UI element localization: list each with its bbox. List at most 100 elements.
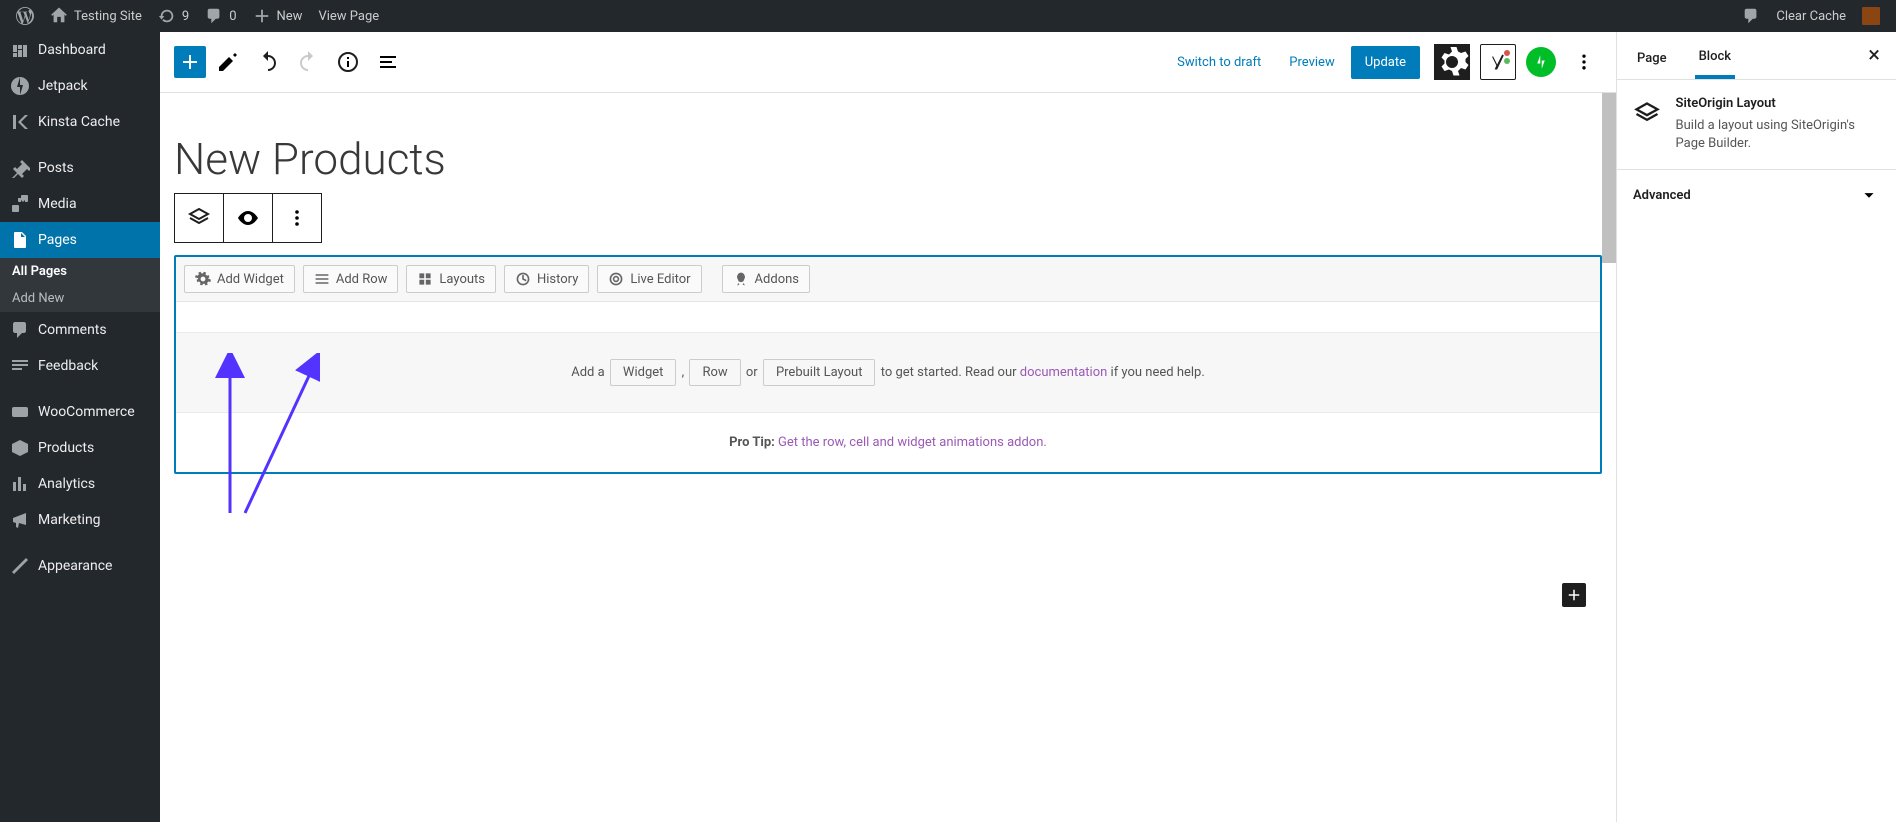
sidebar-item-comments[interactable]: Comments	[0, 312, 160, 348]
analytics-icon	[10, 474, 30, 494]
sidebar-item-marketing[interactable]: Marketing	[0, 502, 160, 538]
append-block-button[interactable]	[1562, 583, 1586, 607]
sidebar-item-woocommerce[interactable]: WooCommerce	[0, 394, 160, 430]
comments-icon	[205, 7, 223, 25]
comments-count: 0	[229, 9, 236, 24]
jetpack-button[interactable]	[1526, 47, 1556, 77]
site-link[interactable]: Testing Site	[42, 0, 150, 32]
sidebar-item-kinsta[interactable]: Kinsta Cache	[0, 104, 160, 140]
jetpack-icon	[10, 76, 30, 96]
siteorigin-panel: Add Widget Add Row Layouts History Live …	[174, 255, 1602, 474]
gear-icon	[195, 271, 211, 287]
layout-icon	[417, 271, 433, 287]
tab-block[interactable]: Block	[1695, 33, 1735, 79]
addons-button[interactable]: Addons	[722, 265, 810, 293]
cache-comment[interactable]	[1734, 0, 1768, 32]
editor-area: Switch to draft Preview Update New Produ…	[160, 32, 1616, 822]
rows-icon	[314, 271, 330, 287]
so-welcome: Add a Widget , Row or Prebuilt Layout to…	[176, 332, 1600, 413]
jetpack-logo-icon	[1532, 53, 1550, 71]
sidebar-item-posts[interactable]: Posts	[0, 150, 160, 186]
info-icon	[336, 50, 360, 74]
editor-header: Switch to draft Preview Update	[160, 32, 1616, 93]
so-protip: Pro Tip: Get the row, cell and widget an…	[176, 413, 1600, 472]
user-menu[interactable]	[1854, 0, 1888, 32]
welcome-widget-button[interactable]: Widget	[610, 359, 676, 386]
update-button[interactable]: Update	[1351, 46, 1420, 79]
add-block-button[interactable]	[174, 46, 206, 78]
add-widget-button[interactable]: Add Widget	[184, 265, 295, 293]
pin-icon	[10, 158, 30, 178]
pencil-icon	[216, 50, 240, 74]
appearance-icon	[10, 556, 30, 576]
advanced-panel-toggle[interactable]: Advanced	[1617, 170, 1896, 220]
marketing-icon	[10, 510, 30, 530]
submenu-all-pages[interactable]: All Pages	[0, 258, 160, 285]
history-button[interactable]: History	[504, 265, 589, 293]
editor-content: New Products Add Widget Add Row Layouts …	[160, 93, 1616, 822]
block-more-button[interactable]	[272, 193, 322, 243]
updates-link[interactable]: 9	[150, 0, 197, 32]
more-menu-button[interactable]	[1566, 44, 1602, 80]
sidebar-item-media[interactable]: Media	[0, 186, 160, 222]
welcome-row-button[interactable]: Row	[689, 359, 740, 386]
sidebar-item-analytics[interactable]: Analytics	[0, 466, 160, 502]
kinsta-icon	[10, 112, 30, 132]
sidebar-item-jetpack[interactable]: Jetpack	[0, 68, 160, 104]
scrollbar[interactable]	[1602, 93, 1616, 263]
close-panel-button[interactable]: ×	[1868, 43, 1880, 68]
preview-block-button[interactable]	[223, 193, 273, 243]
sidebar-item-appearance[interactable]: Appearance	[0, 548, 160, 584]
sidebar-item-feedback[interactable]: Feedback	[0, 348, 160, 384]
modes-button[interactable]	[210, 44, 246, 80]
undo-button[interactable]	[250, 44, 286, 80]
page-title[interactable]: New Products	[174, 133, 1616, 185]
new-label: New	[277, 9, 303, 24]
eye-icon	[608, 271, 624, 287]
protip-link[interactable]: Get the row, cell and widget animations …	[778, 435, 1047, 450]
view-page-link[interactable]: View Page	[310, 0, 387, 32]
info-button[interactable]	[330, 44, 366, 80]
chevron-down-icon	[1858, 184, 1880, 206]
history-icon	[515, 271, 531, 287]
sidebar-item-dashboard[interactable]: Dashboard	[0, 32, 160, 68]
settings-toggle-button[interactable]	[1434, 44, 1470, 80]
plus-icon	[1565, 586, 1583, 604]
block-title: SiteOrigin Layout	[1676, 96, 1880, 111]
wp-logo[interactable]	[8, 0, 42, 32]
outline-button[interactable]	[370, 44, 406, 80]
comments-link[interactable]: 0	[197, 0, 244, 32]
clear-cache-link[interactable]: Clear Cache	[1768, 0, 1854, 32]
site-name: Testing Site	[74, 9, 142, 24]
sidebar-item-products[interactable]: Products	[0, 430, 160, 466]
block-type-icon	[1633, 96, 1662, 132]
gear-icon	[1434, 44, 1470, 80]
admin-sidebar: Dashboard Jetpack Kinsta Cache Posts Med…	[0, 32, 160, 822]
dashboard-icon	[10, 40, 30, 60]
tab-page[interactable]: Page	[1633, 35, 1671, 77]
feedback-icon	[10, 356, 30, 376]
plus-icon	[253, 7, 271, 25]
live-editor-button[interactable]: Live Editor	[597, 265, 701, 293]
layers-icon	[187, 206, 211, 230]
new-link[interactable]: New	[245, 0, 311, 32]
so-toolbar: Add Widget Add Row Layouts History Live …	[176, 257, 1600, 302]
block-type-button[interactable]	[174, 193, 224, 243]
chat-icon	[1742, 7, 1760, 25]
woo-icon	[10, 402, 30, 422]
switch-to-draft-link[interactable]: Switch to draft	[1165, 55, 1273, 70]
yoast-button[interactable]	[1480, 44, 1516, 80]
preview-link[interactable]: Preview	[1277, 55, 1346, 70]
add-row-button[interactable]: Add Row	[303, 265, 399, 293]
welcome-prebuilt-button[interactable]: Prebuilt Layout	[763, 359, 876, 386]
documentation-link[interactable]: documentation	[1020, 365, 1108, 380]
block-description: Build a layout using SiteOrigin's Page B…	[1676, 117, 1880, 153]
sidebar-item-pages[interactable]: Pages	[0, 222, 160, 258]
layouts-button[interactable]: Layouts	[406, 265, 496, 293]
products-icon	[10, 438, 30, 458]
submenu-add-new[interactable]: Add New	[0, 285, 160, 312]
redo-button[interactable]	[290, 44, 326, 80]
sidebar-submenu: All Pages Add New	[0, 258, 160, 312]
main: Switch to draft Preview Update New Produ…	[160, 32, 1896, 822]
media-icon	[10, 194, 30, 214]
